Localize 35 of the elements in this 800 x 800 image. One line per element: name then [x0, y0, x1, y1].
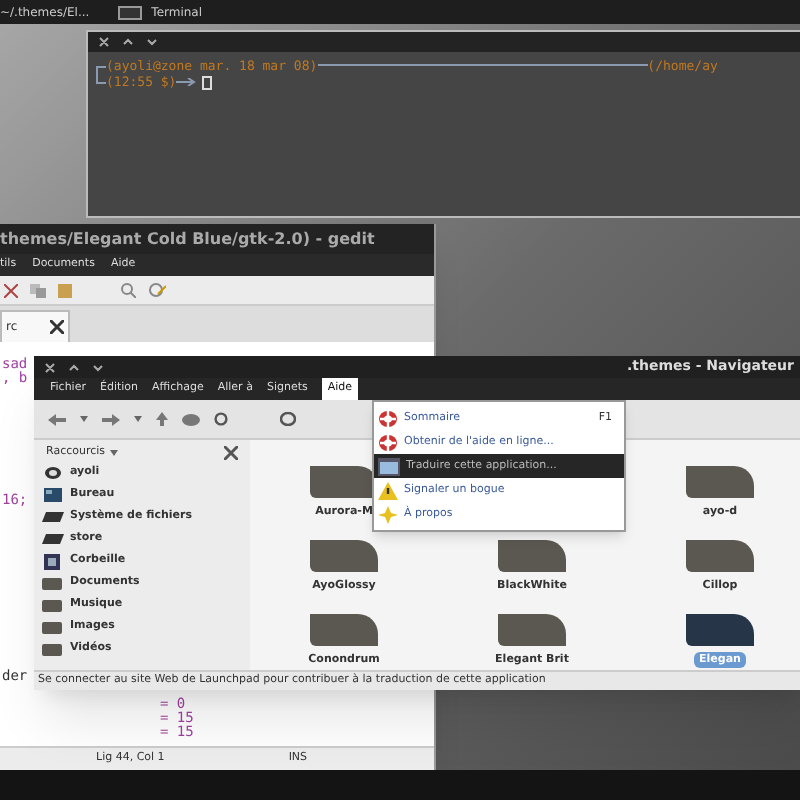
back-arrow-icon[interactable]	[48, 413, 66, 425]
folder-icon[interactable]	[310, 465, 378, 498]
search-icon[interactable]	[280, 412, 296, 426]
folder-icon[interactable]	[686, 613, 754, 646]
lifebuoy-icon	[378, 409, 398, 427]
dropdown-icon[interactable]	[109, 450, 118, 456]
cut-icon[interactable]	[4, 283, 18, 297]
folder-icon[interactable]	[498, 539, 566, 572]
desktop-icon	[43, 488, 61, 502]
close-icon[interactable]	[50, 320, 64, 334]
cursor	[202, 75, 213, 89]
folder-icon[interactable]	[310, 539, 378, 572]
close-icon[interactable]	[224, 446, 238, 460]
forward-arrow-icon[interactable]	[102, 413, 120, 425]
star-icon	[378, 505, 398, 523]
window-title: themes/Elegant Cold Blue/gtk-2.0) - gedit	[0, 224, 434, 254]
prompt-bracket	[96, 66, 106, 84]
terminal-icon[interactable]	[117, 5, 142, 19]
folder-icon[interactable]	[686, 539, 754, 572]
reload-icon[interactable]	[214, 412, 228, 426]
folder-icon[interactable]	[686, 465, 754, 498]
prompt-arrow-icon	[176, 78, 197, 86]
folder-icon[interactable]	[310, 613, 378, 646]
dropdown-icon[interactable]	[80, 416, 88, 422]
home-icon	[43, 466, 61, 480]
drive-icon	[41, 534, 63, 544]
search-icon[interactable]	[120, 282, 136, 298]
up-arrow-icon[interactable]	[156, 412, 168, 426]
window-icon	[378, 457, 400, 475]
replace-icon[interactable]	[148, 282, 166, 298]
folder-icon[interactable]	[498, 613, 566, 646]
trash-icon	[44, 553, 60, 569]
drive-icon	[41, 512, 63, 522]
lifebuoy-icon	[378, 433, 398, 451]
dropdown-icon[interactable]	[134, 416, 142, 422]
